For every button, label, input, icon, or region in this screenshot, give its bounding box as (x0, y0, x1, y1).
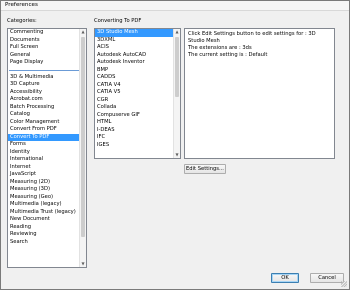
category-item[interactable]: Identity (8, 149, 86, 157)
format-item[interactable]: HTML (95, 119, 180, 127)
categories-main-group: 3D & Multimedia 3D Capture Accessibility Ac… (8, 74, 86, 247)
format-item[interactable]: Autodesk Inventor (95, 59, 180, 67)
category-item[interactable]: Reviewing (8, 231, 86, 239)
category-item[interactable]: Multimedia (legacy) (8, 201, 86, 209)
category-item[interactable]: Page Display (8, 59, 86, 67)
category-item[interactable]: 3D & Multimedia (8, 74, 86, 82)
resize-grip-icon[interactable] (341, 281, 347, 287)
window-title: Preferences (5, 2, 38, 8)
category-item[interactable]: Batch Processing (8, 104, 86, 112)
category-item[interactable]: Color Management (8, 119, 86, 127)
scroll-up-icon[interactable]: ▲ (80, 29, 86, 35)
category-item[interactable]: Acrobat.com (8, 96, 86, 104)
format-item[interactable]: 3DXML (95, 37, 180, 45)
format-item[interactable]: 3D Studio Mesh (95, 29, 180, 37)
format-item[interactable]: CATIA V4 (95, 82, 180, 90)
scroll-thumb[interactable] (175, 37, 179, 97)
category-item[interactable]: 3D Capture (8, 81, 86, 89)
category-item[interactable]: Convert To PDF (8, 133, 86, 141)
category-item[interactable]: Forms (8, 141, 86, 149)
category-item[interactable]: New Document (8, 216, 86, 224)
ok-button[interactable]: OK (271, 273, 299, 283)
section-title: Converting To PDF (94, 18, 142, 24)
cancel-button[interactable]: Cancel (310, 273, 344, 283)
edit-settings-button[interactable]: Edit Settings... (184, 164, 226, 174)
format-item[interactable]: BMP (95, 67, 180, 75)
format-item[interactable]: IGES (95, 142, 180, 150)
categories-scrollbar[interactable]: ▲ ▼ (79, 29, 86, 267)
scroll-up-icon[interactable]: ▲ (174, 29, 180, 35)
format-item[interactable]: ACIS (95, 44, 180, 52)
formats-items: 3D Studio Mesh 3DXML ACIS Autodesk AutoCAD A… (95, 29, 180, 149)
categories-label: Categories: (7, 18, 37, 24)
scroll-down-icon[interactable]: ▼ (80, 261, 86, 267)
category-item[interactable]: General (8, 52, 86, 60)
category-item[interactable]: Search (8, 239, 86, 247)
settings-info-panel: Click Edit Settings button to edit setti… (184, 28, 335, 159)
format-item[interactable]: Autodesk AutoCAD (95, 52, 180, 60)
categories-list[interactable]: Commenting Documents Full Screen General Pag… (7, 28, 87, 268)
category-item[interactable]: Commenting (8, 29, 86, 37)
category-item[interactable]: Measuring (2D) (8, 179, 86, 187)
category-item[interactable]: Internet (8, 164, 86, 172)
format-item[interactable]: IFC (95, 134, 180, 142)
category-item[interactable]: International (8, 156, 86, 164)
scroll-down-icon[interactable]: ▼ (174, 152, 180, 158)
category-item[interactable]: Convert From PDF (8, 126, 86, 134)
format-item[interactable]: I-DEAS (95, 127, 180, 135)
category-item[interactable]: Measuring (3D) (8, 186, 86, 194)
format-item[interactable]: CATIA V5 (95, 89, 180, 97)
title-bar[interactable]: Preferences (1, 1, 349, 11)
category-item[interactable]: Measuring (Geo) (8, 194, 86, 202)
category-item[interactable]: Accessibility (8, 89, 86, 97)
category-item[interactable]: Reading (8, 224, 86, 232)
format-item[interactable]: Compuserve GIF (95, 112, 180, 120)
info-line: The extensions are : 3ds (188, 45, 252, 51)
format-item[interactable]: Collada (95, 104, 180, 112)
categories-top-group: Commenting Documents Full Screen General Pag… (8, 29, 86, 67)
category-item[interactable]: Multimedia Trust (legacy) (8, 209, 86, 217)
info-line: The current setting is : Default (188, 52, 268, 58)
scroll-thumb[interactable] (81, 37, 85, 237)
category-separator (9, 69, 84, 71)
category-item[interactable]: Full Screen (8, 44, 86, 52)
preferences-dialog: Preferences Categories: Commenting Docume… (0, 0, 350, 290)
category-item[interactable]: JavaScript (8, 171, 86, 179)
category-item[interactable]: Documents (8, 37, 86, 45)
format-item[interactable]: CGR (95, 97, 180, 105)
format-item[interactable]: CADDS (95, 74, 180, 82)
info-line: Click Edit Settings button to edit setti… (188, 31, 316, 44)
formats-scrollbar[interactable]: ▲ ▼ (173, 29, 180, 158)
category-item[interactable]: Catalog (8, 111, 86, 119)
formats-list[interactable]: 3D Studio Mesh 3DXML ACIS Autodesk AutoCAD A… (94, 28, 181, 159)
